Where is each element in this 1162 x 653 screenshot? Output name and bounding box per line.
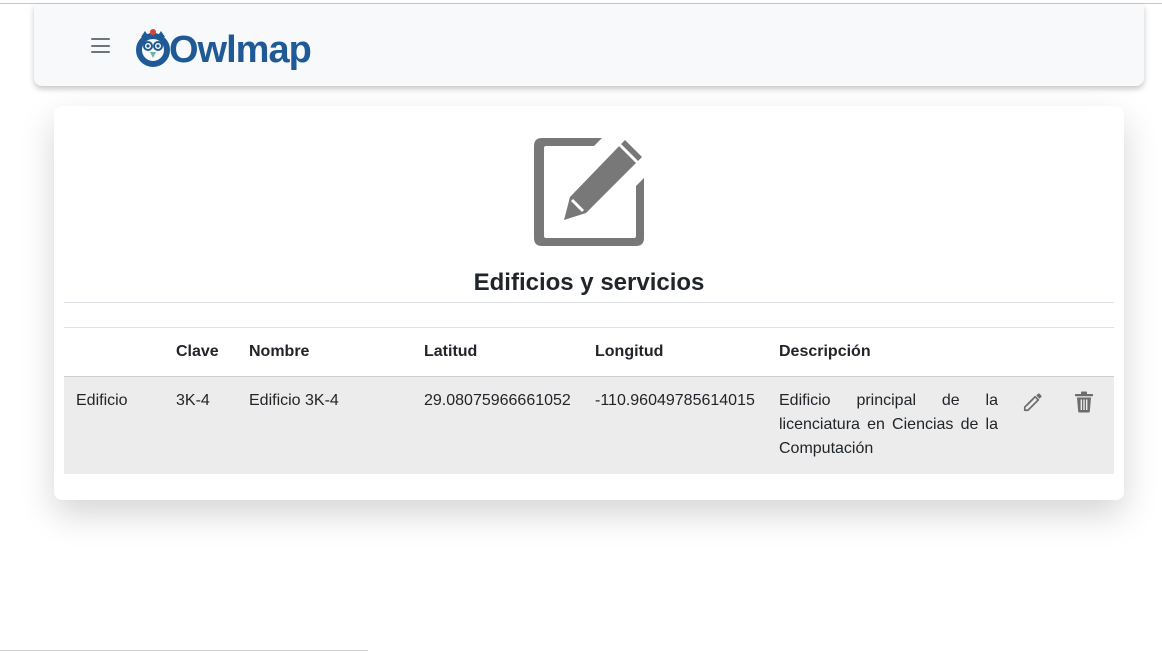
column-header-edit	[1010, 328, 1062, 377]
column-header-delete	[1062, 328, 1114, 377]
owl-logo-icon	[135, 27, 171, 67]
cell-descripcion: Edificio principal de la licenciatura en…	[779, 391, 998, 457]
content-card: Edificios y servicios Clave Nombre Latit…	[54, 106, 1124, 500]
trash-icon[interactable]	[1074, 391, 1094, 413]
cell-latitud: 29.08075966661052	[424, 391, 571, 409]
navbar: Owlmap	[34, 4, 1144, 86]
pencil-icon[interactable]	[1022, 391, 1044, 413]
horizontal-scrollbar[interactable]	[0, 650, 368, 651]
edit-action-cell	[1010, 376, 1062, 474]
column-header-longitud: Longitud	[583, 328, 767, 377]
delete-action-cell	[1062, 376, 1114, 474]
hamburger-icon[interactable]	[91, 38, 110, 53]
column-header-clave: Clave	[164, 328, 237, 377]
page-title: Edificios y servicios	[473, 269, 705, 296]
table-row: Edificio 3K-4 Edificio 3K-4 29.080759666…	[64, 376, 1114, 474]
brand-name: Owlmap	[169, 29, 312, 71]
column-header-latitud: Latitud	[412, 328, 583, 377]
column-header-descripcion: Descripción	[767, 328, 1010, 377]
cell-nombre: Edificio 3K-4	[249, 391, 339, 409]
divider	[64, 302, 1114, 303]
cell-clave: 3K-4	[176, 391, 210, 409]
table-header-row: Clave Nombre Latitud Longitud Descripció…	[64, 328, 1114, 377]
column-header-nombre: Nombre	[237, 328, 412, 377]
edit-square-icon	[534, 138, 644, 246]
cell-longitud: -110.96049785614015	[595, 391, 755, 409]
column-header-type	[64, 328, 164, 377]
cell-tipo: Edificio	[76, 391, 128, 409]
buildings-table: Clave Nombre Latitud Longitud Descripció…	[64, 328, 1114, 474]
brand-logo[interactable]: Owlmap	[135, 19, 312, 75]
